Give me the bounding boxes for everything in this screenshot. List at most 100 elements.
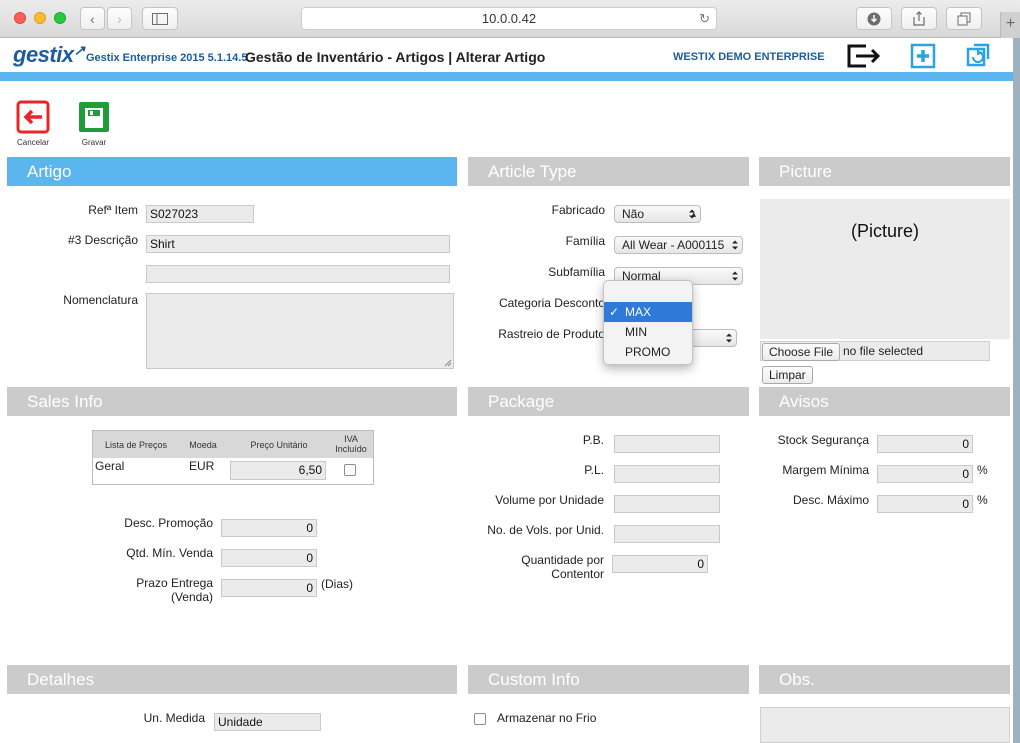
refresh-icon[interactable] <box>965 43 991 72</box>
save-button[interactable]: Gravar <box>74 100 114 147</box>
enterprise-name: WESTIX DEMO ENTERPRISE <box>673 51 825 63</box>
ref-label: Refª Item <box>88 203 138 217</box>
stock-label: Stock Segurança <box>777 433 869 447</box>
sidebar-icon <box>152 12 168 25</box>
address-bar[interactable]: 10.0.0.42 ↻ <box>301 7 717 30</box>
header-accent-bar <box>0 72 1013 81</box>
share-icon <box>913 11 925 26</box>
price-input[interactable]: 6,50 <box>230 461 326 480</box>
desc-promocao-field[interactable]: 0 <box>221 519 317 537</box>
ref-field[interactable]: S027023 <box>146 205 254 223</box>
margem-label: Margem Mínima <box>782 463 869 477</box>
armazenar-checkbox[interactable] <box>474 713 486 725</box>
chevron-updown-icon <box>732 240 738 250</box>
desc-field[interactable]: Shirt <box>146 235 450 253</box>
vertical-scrollbar[interactable] <box>1013 38 1020 743</box>
chevron-updown-icon <box>732 271 738 281</box>
section-detalhes: Detalhes <box>7 665 457 694</box>
resize-handle-icon[interactable] <box>444 359 452 367</box>
nomenclatura-label: Nomenclatura <box>63 293 138 307</box>
nomenclatura-textarea[interactable] <box>146 293 454 369</box>
choose-file-button[interactable]: Choose File <box>762 343 841 361</box>
chevron-updown-icon <box>689 209 695 219</box>
reload-icon[interactable]: ↻ <box>699 8 710 29</box>
add-icon[interactable] <box>910 43 936 72</box>
vols-field[interactable] <box>614 525 720 543</box>
column-header: Lista de Preços <box>104 440 168 450</box>
gestix-logo[interactable]: gestix↗ <box>13 42 85 68</box>
close-window-button[interactable] <box>14 12 26 24</box>
desc2-field[interactable] <box>146 265 450 283</box>
categoria-dropdown-menu[interactable]: ✓ MAX MIN PROMO <box>603 280 693 365</box>
cancel-icon <box>16 100 50 134</box>
qtd-contentor-field[interactable]: 0 <box>612 555 708 573</box>
url-text: 10.0.0.42 <box>481 11 537 26</box>
obs-textarea[interactable] <box>760 707 1010 743</box>
qtd-min-label: Qtd. Mín. Venda <box>126 546 213 560</box>
browser-window: ‹ › 10.0.0.42 ↻ + gestix↗ Gestix Enterpr… <box>0 0 1020 743</box>
fabricado-value: Não <box>622 207 645 221</box>
un-medida-field[interactable]: Unidade <box>214 713 321 731</box>
picture-preview: (Picture) <box>760 199 1010 339</box>
cancel-button[interactable]: Cancelar <box>13 100 53 147</box>
cancel-label: Cancelar <box>16 138 49 147</box>
minimize-window-button[interactable] <box>34 12 46 24</box>
pl-field[interactable] <box>614 465 720 483</box>
new-tab-button[interactable]: + <box>1000 12 1020 38</box>
section-package: Package <box>468 387 749 416</box>
logout-icon[interactable] <box>846 43 882 72</box>
forward-button[interactable]: › <box>107 7 132 30</box>
section-article-type: Article Type <box>468 157 749 186</box>
clear-button[interactable]: Limpar <box>762 366 813 384</box>
downloads-button[interactable] <box>856 7 892 30</box>
margem-field[interactable]: 0 <box>877 465 973 483</box>
vols-label: No. de Vols. por Unid. <box>487 523 604 537</box>
chevron-right-icon: › <box>117 10 122 27</box>
section-avisos: Avisos <box>759 387 1010 416</box>
option-max[interactable]: ✓ MAX <box>604 302 692 322</box>
prazo-field[interactable]: 0 <box>221 579 317 597</box>
desc-max-field[interactable]: 0 <box>877 495 973 513</box>
pb-field[interactable] <box>614 435 720 453</box>
option-min[interactable]: MIN <box>604 322 692 342</box>
page-title: Gestão de Inventário - Artigos | Alterar… <box>245 49 546 65</box>
plus-icon: + <box>1005 15 1016 32</box>
tabs-button[interactable] <box>946 7 982 30</box>
price-list-table: Lista de Preços Moeda Preço Unitário IVA… <box>92 430 374 485</box>
section-custom-info: Custom Info <box>468 665 749 694</box>
desc-label: #3 Descrição <box>67 233 138 247</box>
option-promo[interactable]: PROMO <box>604 342 692 362</box>
qtd-min-field[interactable]: 0 <box>221 549 317 567</box>
zoom-window-button[interactable] <box>54 12 66 24</box>
familia-select[interactable]: All Wear - A000115 <box>614 236 743 254</box>
iva-checkbox[interactable] <box>344 464 356 476</box>
back-button[interactable]: ‹ <box>80 7 105 30</box>
chevron-left-icon: ‹ <box>90 10 95 27</box>
sidebar-button[interactable] <box>142 7 178 30</box>
fabricado-label: Fabricado <box>551 203 605 217</box>
armazenar-label: Armazenar no Frio <box>497 711 597 725</box>
save-icon <box>79 102 109 132</box>
cell-lista: Geral <box>95 459 125 473</box>
desc-promocao-label: Desc. Promoção <box>124 516 213 530</box>
pb-label: P.B. <box>582 433 604 447</box>
column-header: Moeda <box>189 440 217 450</box>
section-picture: Picture <box>759 157 1010 186</box>
section-obs: Obs. <box>759 665 1010 694</box>
rastreio-label: Rastreio de Produto <box>498 327 605 341</box>
stock-field[interactable]: 0 <box>877 435 973 453</box>
picture-placeholder: (Picture) <box>850 221 919 241</box>
un-medida-label: Un. Medida <box>143 711 205 725</box>
share-button[interactable] <box>901 7 937 30</box>
browser-toolbar: ‹ › 10.0.0.42 ↻ + <box>0 0 1020 38</box>
cell-moeda: EUR <box>189 459 215 473</box>
qtd-contentor-label: Quantidade por Contentor <box>521 553 604 581</box>
column-header: IVA Incluído <box>335 434 367 454</box>
volume-field[interactable] <box>614 495 720 513</box>
prazo-unit: (Dias) <box>321 577 353 591</box>
app-header: gestix↗ Gestix Enterprise 2015 5.1.14.5 … <box>0 38 1013 72</box>
tabs-icon <box>957 12 971 25</box>
margem-unit: % <box>977 463 988 477</box>
section-artigo: Artigo <box>7 157 457 186</box>
chevron-updown-icon <box>726 333 732 343</box>
